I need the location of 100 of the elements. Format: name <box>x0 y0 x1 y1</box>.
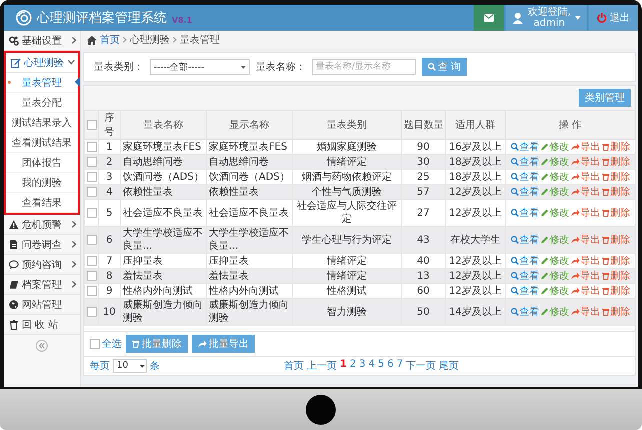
row-checkbox[interactable] <box>87 156 97 167</box>
row-checkbox[interactable] <box>87 306 97 317</box>
action-link[interactable]: 导出 <box>570 306 600 318</box>
sidebar-item[interactable]: 档案管理 <box>4 275 80 295</box>
action-link[interactable]: 导出 <box>570 254 600 268</box>
sidebar-item[interactable]: 网站管理 <box>4 295 80 315</box>
row-checkbox[interactable] <box>87 286 97 296</box>
submenu-item[interactable]: 团体报告 <box>6 153 78 173</box>
action-link[interactable]: 导出 <box>570 270 600 282</box>
action-link[interactable]: 查看 <box>510 156 540 168</box>
action-link[interactable]: 修改 <box>540 156 570 168</box>
search-button[interactable]: 查 询 <box>422 58 468 76</box>
action-link[interactable]: 查看 <box>510 306 540 318</box>
user-menu-button[interactable]: 欢迎登陆, admin <box>506 5 587 31</box>
name-search-field[interactable]: 量表名称/显示名称 <box>312 59 416 75</box>
collapse-button[interactable] <box>36 340 48 352</box>
page-link[interactable]: 1 <box>340 359 347 373</box>
page-link[interactable]: 5 <box>378 359 384 373</box>
sidebar-item[interactable]: 问卷调查 <box>4 235 80 255</box>
row-checkbox[interactable] <box>87 142 97 152</box>
action-link[interactable]: 查看 <box>510 254 540 268</box>
action-link[interactable]: 修改 <box>540 234 570 246</box>
sidebar-item[interactable]: 回 收 站 <box>4 315 80 335</box>
sidebar-item[interactable]: 预约咨询 <box>4 255 80 275</box>
action-link[interactable]: 修改 <box>540 254 570 268</box>
page-link[interactable]: 4 <box>368 359 376 373</box>
action-link[interactable]: 删除 <box>602 186 630 198</box>
bulk-export-button[interactable]: 批量导出 <box>192 335 255 353</box>
search-icon <box>510 143 518 151</box>
table-cell: 个性与气质测验 <box>292 184 402 200</box>
page-link[interactable]: 首页 <box>284 359 304 373</box>
page-link[interactable]: 下一页 <box>406 359 436 373</box>
row-checkbox[interactable] <box>87 186 97 197</box>
row-checkbox[interactable] <box>87 172 97 182</box>
bulk-delete-button[interactable]: 批量删除 <box>126 335 188 353</box>
chevron-right-icon <box>72 221 77 228</box>
submenu-item[interactable]: 测试结果录入 <box>6 113 78 133</box>
page-link[interactable]: 6 <box>387 359 394 373</box>
action-link[interactable]: 修改 <box>540 284 570 298</box>
category-dropdown[interactable]: -----全部----- <box>150 59 250 75</box>
search-icon <box>510 173 518 181</box>
action-link[interactable]: 修改 <box>540 306 570 318</box>
action-link[interactable]: 删除 <box>602 140 630 154</box>
action-link[interactable]: 导出 <box>570 206 600 220</box>
action-link[interactable]: 修改 <box>540 140 570 154</box>
mail-button[interactable] <box>474 5 504 31</box>
page-link[interactable]: 3 <box>359 359 366 373</box>
action-link[interactable]: 查看 <box>510 186 540 198</box>
submenu-item[interactable]: 查看结果 <box>6 193 78 213</box>
action-link[interactable]: 修改 <box>540 170 570 184</box>
action-link[interactable]: 导出 <box>570 284 600 298</box>
action-link[interactable]: 删除 <box>602 254 630 268</box>
trash-icon <box>602 236 610 244</box>
logout-button[interactable]: 退出 <box>589 5 638 31</box>
action-link[interactable]: 导出 <box>570 186 600 198</box>
table-cell: 羞怯量表 <box>120 268 206 284</box>
submenu-item[interactable]: 量表分配 <box>6 93 78 113</box>
page-link[interactable]: 2 <box>350 359 356 373</box>
action-link[interactable]: 修改 <box>540 270 570 282</box>
action-link[interactable]: 删除 <box>602 284 630 298</box>
sidebar-item[interactable]: 基础设置 <box>4 31 80 51</box>
action-link[interactable]: 查看 <box>510 170 540 184</box>
row-checkbox[interactable] <box>87 208 97 218</box>
action-link[interactable]: 导出 <box>570 234 600 246</box>
share-arrow-icon <box>570 209 580 217</box>
select-checkbox[interactable] <box>87 120 97 130</box>
submenu-item[interactable]: 我的测验 <box>6 173 78 193</box>
action-link[interactable]: 查看 <box>510 206 540 220</box>
action-link[interactable]: 查看 <box>510 234 540 246</box>
action-link[interactable]: 删除 <box>602 270 630 282</box>
breadcrumb-link[interactable]: 首页 <box>100 33 120 47</box>
row-checkbox[interactable] <box>87 234 97 245</box>
action-link[interactable]: 删除 <box>602 234 630 246</box>
row-checkbox[interactable] <box>87 256 97 266</box>
action-link[interactable]: 删除 <box>602 206 630 220</box>
chevron-right-icon <box>173 37 177 43</box>
action-link[interactable]: 查看 <box>510 140 540 154</box>
action-link[interactable]: 导出 <box>570 170 600 184</box>
submenu-item[interactable]: 量表管理 <box>6 73 78 93</box>
action-link[interactable]: 导出 <box>570 156 600 168</box>
action-link[interactable]: 删除 <box>602 170 630 184</box>
action-link[interactable]: 删除 <box>602 306 630 318</box>
page-link[interactable]: 上一页 <box>307 359 337 373</box>
sidebar-item[interactable]: 危机预警 <box>4 215 80 235</box>
action-link[interactable]: 修改 <box>540 206 570 220</box>
page-link[interactable]: 7 <box>396 359 404 373</box>
row-checkbox[interactable] <box>87 270 97 281</box>
category-manage-button[interactable]: 类别管理 <box>579 89 631 107</box>
trash-icon <box>602 308 610 316</box>
submenu-item[interactable]: 查看测试结果 <box>6 133 78 153</box>
action-link[interactable]: 查看 <box>510 284 540 298</box>
action-link[interactable]: 修改 <box>540 186 570 198</box>
action-link[interactable]: 删除 <box>602 156 630 168</box>
select-all-checkbox[interactable]: 全选 <box>90 337 122 351</box>
sidebar-item[interactable]: 心理测验 <box>6 53 78 73</box>
action-link[interactable]: 查看 <box>510 270 540 282</box>
table-cell: 依赖性量表 <box>206 184 292 200</box>
action-link[interactable]: 导出 <box>570 140 600 154</box>
page-link[interactable]: 尾页 <box>439 359 460 373</box>
page-size-dropdown[interactable]: 10 <box>113 359 147 373</box>
